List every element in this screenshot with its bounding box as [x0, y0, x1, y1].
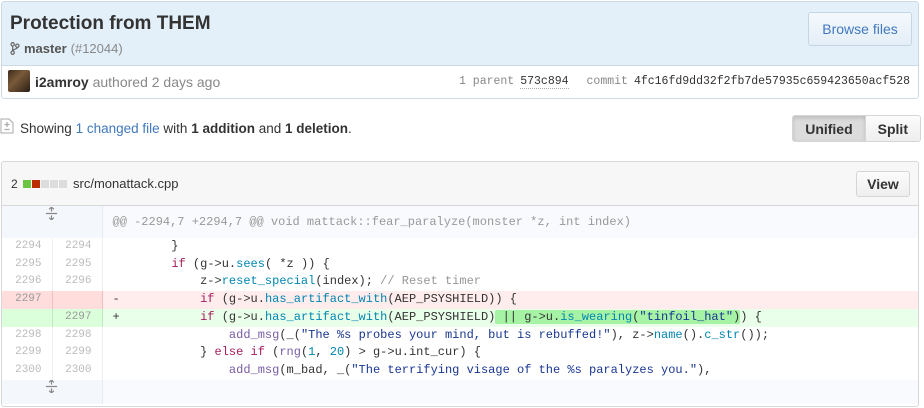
diff-view-toggle: Unified Split: [792, 115, 921, 142]
addition-marker: +: [112, 309, 120, 324]
summary-and: and: [258, 121, 282, 136]
diffstat-neutral-block: [40, 180, 49, 188]
unfold-icon[interactable]: [45, 380, 58, 394]
parent-label: 1 parent: [459, 75, 515, 88]
summary-period: .: [348, 121, 352, 136]
diff-summary-bar: Showing 1 changed file with 1 addition a…: [0, 113, 924, 143]
hunk-header: @@ -2294,7 +2294,7 @@ void mattack::fear…: [102, 206, 918, 238]
unfold-icon[interactable]: [45, 206, 58, 220]
browse-files-button[interactable]: Browse files: [808, 12, 912, 46]
diff-line: 2299 2299 } else if (rng(1, 20) > g->u.i…: [2, 344, 918, 362]
diff-line: 2298 2298 add_msg(_("The %s probes your …: [2, 326, 918, 345]
diff-line-deletion: 2297 - if (g->u.has_artifact_with(AEP_PS…: [2, 291, 918, 309]
old-line-number[interactable]: 2298: [2, 326, 53, 345]
diff-line: 2296 2296 z->reset_special(index); // Re…: [2, 273, 918, 292]
file-diff: 2 src/monattack.cpp View @@ -2294,7 +229…: [1, 161, 919, 407]
commit-meta: i2amroy authored 2 days ago 1 parent 573…: [2, 66, 918, 98]
diff-line: 2294 2294 }: [2, 238, 918, 256]
commit-shas: 1 parent 573c894 commit 4fc16fd9dd32f2fb…: [459, 75, 910, 89]
branch-icon: [10, 42, 20, 55]
unified-button[interactable]: Unified: [793, 116, 865, 141]
new-line-number[interactable]: 2300: [52, 361, 103, 380]
commit-header: Protection from THEM master (#12044) Bro…: [2, 2, 918, 66]
split-button[interactable]: Split: [864, 116, 920, 141]
diffstat-deletion-block: [31, 180, 40, 188]
old-line-number[interactable]: 2294: [2, 238, 53, 256]
old-line-number[interactable]: 2296: [2, 273, 53, 292]
hunk-header-row: @@ -2294,7 +2294,7 @@ void mattack::fear…: [2, 206, 918, 238]
new-line-number[interactable]: 2294: [52, 238, 103, 256]
old-line-number[interactable]: 2297: [2, 291, 53, 309]
code-line: }: [142, 239, 179, 253]
new-line-number[interactable]: [52, 291, 103, 309]
diffstat-neutral-block: [49, 180, 58, 188]
parent-sha-link[interactable]: 573c894: [520, 75, 569, 89]
hunk-footer: [102, 379, 918, 404]
commit-box: Protection from THEM master (#12044) Bro…: [1, 1, 919, 99]
branch-name[interactable]: master: [24, 41, 67, 56]
old-line-number[interactable]: 2300: [2, 361, 53, 380]
deletions-count: 1 deletion: [285, 121, 349, 136]
code-line: + if (g->u.has_artifact_with(AEP_PSYSHIE…: [102, 308, 918, 327]
author-name[interactable]: i2amroy: [35, 74, 89, 90]
old-line-number[interactable]: 2299: [2, 344, 53, 362]
additions-count: 1 addition: [191, 121, 255, 136]
diffstat-count: 2: [11, 177, 18, 191]
changed-files-link[interactable]: 1 changed file: [76, 121, 160, 136]
deletion-marker: -: [112, 292, 120, 307]
branch-info: master (#12044): [10, 41, 123, 56]
code-line: z->reset_special(index); // Reset timer: [142, 274, 481, 289]
commit-title: Protection from THEM: [10, 13, 211, 34]
hunk-footer-row: [2, 379, 918, 404]
file-header: 2 src/monattack.cpp View: [2, 162, 918, 206]
code-line: add_msg(m_bad, _("The terrifying visage …: [228, 362, 712, 377]
diffstat: 2: [11, 177, 68, 191]
commit-sha: 4fc16fd9dd32f2fb7de57935c659423650acf528: [633, 75, 910, 88]
old-line-number[interactable]: 2295: [2, 255, 53, 274]
new-line-number[interactable]: 2297: [52, 308, 103, 327]
expand-down-cell[interactable]: [2, 379, 103, 404]
authored-time: authored 2 days ago: [92, 74, 221, 90]
pull-request-ref[interactable]: (#12044): [71, 41, 123, 56]
code-line: } else if (rng(1, 20) > g->u.int_cur) {: [142, 345, 481, 360]
new-line-number[interactable]: 2298: [52, 326, 103, 345]
author-line: i2amroy authored 2 days ago: [35, 74, 220, 90]
expand-up-cell[interactable]: [2, 206, 103, 238]
diff-line-addition: 2297 + if (g->u.has_artifact_with(AEP_PS…: [2, 308, 918, 327]
new-line-number[interactable]: 2299: [52, 344, 103, 362]
diffstat-addition-block: [22, 180, 31, 188]
new-line-number[interactable]: 2295: [52, 255, 103, 274]
diff-line: 2300 2300 add_msg(m_bad, _("The terrifyi…: [2, 361, 918, 380]
diff-line: 2295 2295 if (g->u.sees( *z )) {: [2, 255, 918, 274]
new-line-number[interactable]: 2296: [52, 273, 103, 292]
code-line: if (g->u.sees( *z )) {: [171, 256, 330, 271]
diff-summary-text: Showing 1 changed file with 1 addition a…: [20, 121, 352, 136]
avatar[interactable]: [8, 70, 30, 92]
file-path[interactable]: src/monattack.cpp: [73, 176, 179, 191]
summary-with: with: [163, 121, 188, 136]
file-diff-icon: [0, 118, 14, 134]
commit-label: commit: [586, 75, 628, 88]
code-line: - if (g->u.has_artifact_with(AEP_PSYSHIE…: [102, 291, 918, 309]
view-file-button[interactable]: View: [856, 171, 910, 197]
diffstat-neutral-block: [58, 180, 67, 188]
summary-showing: Showing: [20, 121, 72, 136]
code-line: add_msg(_("The %s probes your mind, but …: [228, 327, 770, 342]
old-line-number[interactable]: [2, 308, 53, 327]
diff-table: @@ -2294,7 +2294,7 @@ void mattack::fear…: [2, 206, 918, 404]
